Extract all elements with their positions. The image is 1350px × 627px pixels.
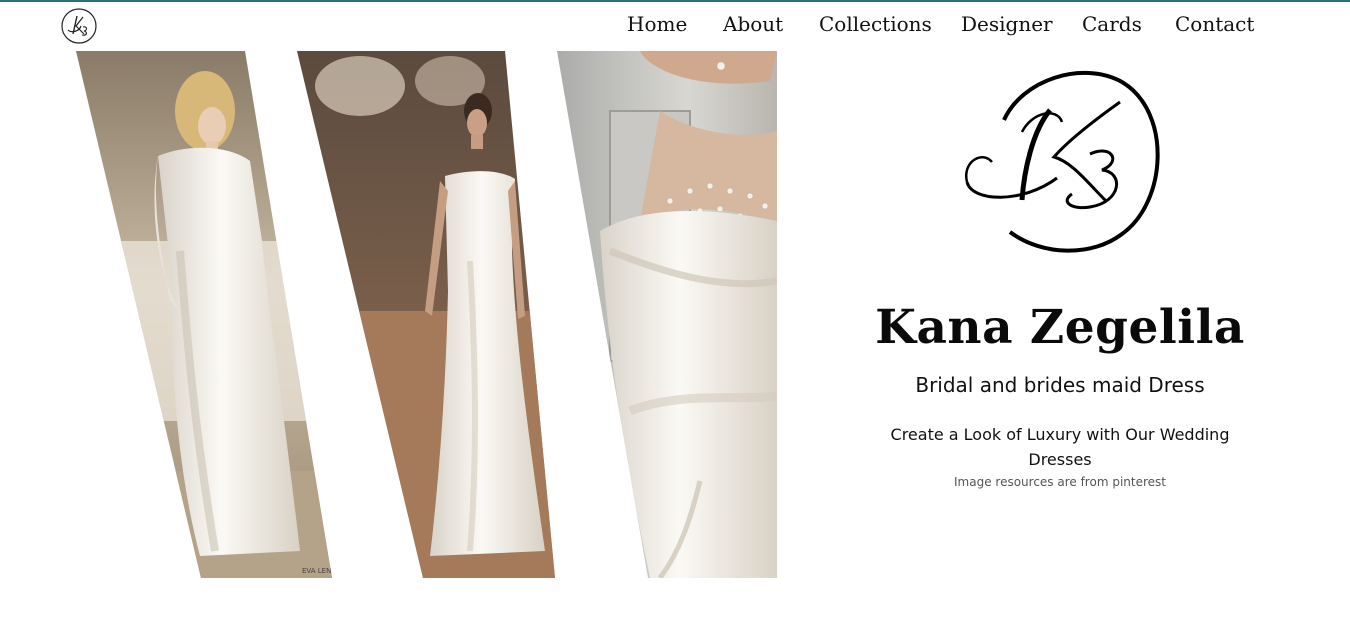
nav-contact[interactable]: Contact [1175,12,1254,36]
brand-subtitle: Bridal and brides maid Dress [915,373,1205,397]
top-accent-line [0,0,1350,2]
nav-collections[interactable]: Collections [819,12,932,36]
brand-title: Kana Zegelila [875,300,1245,355]
nav-home[interactable]: Home [627,12,687,36]
brand-description: Create a Look of Luxury with Our Wedding… [890,425,1230,469]
k3-monogram-icon [962,62,1162,254]
nav-designer[interactable]: Designer [961,12,1053,36]
gallery-panel-1[interactable]: EVA LENDEL [60,51,360,578]
nav-cards[interactable]: Cards [1082,12,1142,36]
gallery-panel-2[interactable] [290,51,570,578]
gallery-panel-3[interactable] [550,51,780,578]
k3-monogram-icon[interactable] [59,6,99,46]
gallery-watermark: EVA LENDEL [302,567,345,575]
image-credit-note: Image resources are from pinterest [954,475,1166,489]
nav-about[interactable]: About [723,12,783,36]
dress-gallery: EVA LENDEL [0,51,780,578]
